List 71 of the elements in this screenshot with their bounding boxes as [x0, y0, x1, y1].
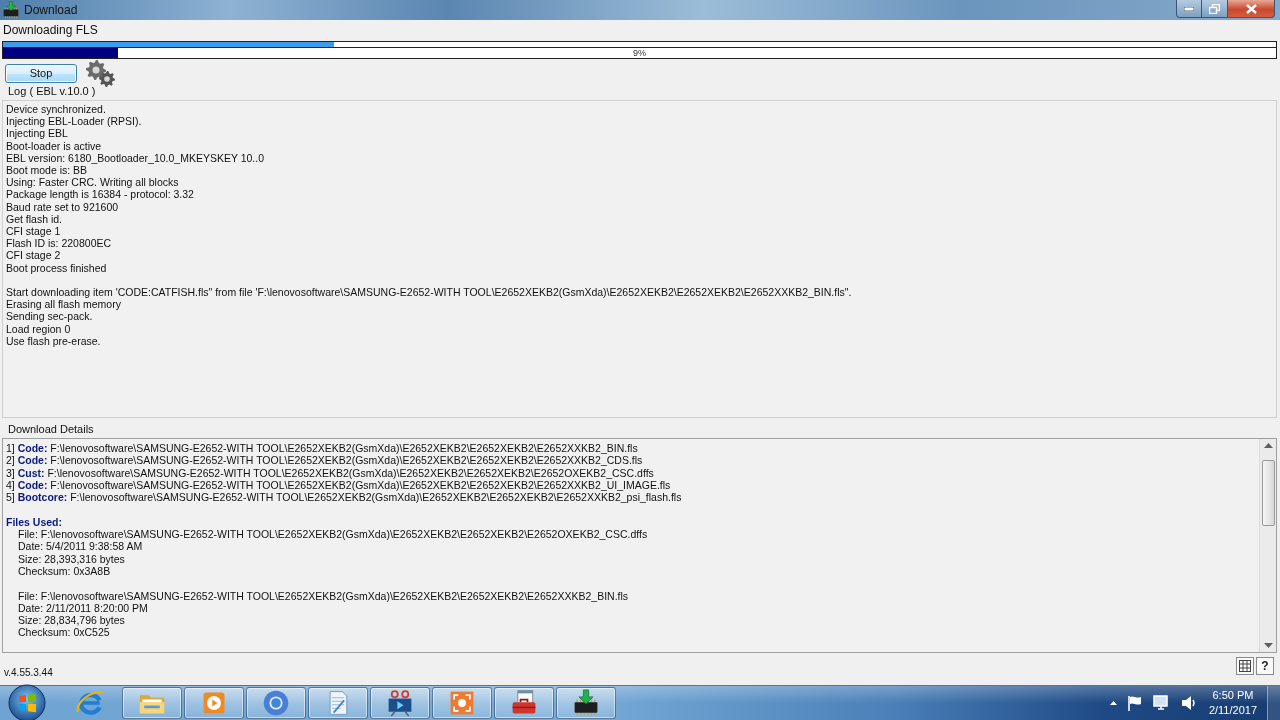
log-line: Flash ID is: 220800EC [6, 237, 112, 250]
file-info-line: Date: 5/4/2011 9:38:58 AM [18, 540, 143, 553]
show-desktop-button[interactable] [1267, 686, 1280, 720]
log-line: Load region 0 [6, 322, 71, 335]
scrollbar-thumb[interactable] [1261, 460, 1275, 526]
file-info-line: File: F:\lenovosoftware\SAMSUNG-E2652-WITH TOOL\E2652XEKB2(GsmXda)\E2652XEKB2\E2652XEKB2\E2652OXEKB2_CSC.dffs [18, 528, 648, 541]
download-chip-icon [572, 689, 600, 717]
taskbar-button[interactable] [556, 687, 616, 719]
record-icon [448, 689, 476, 717]
log-line: Use flash pre-erase. [6, 334, 101, 348]
globe-icon [76, 689, 104, 717]
log-title: Log ( EBL v.10.0 ) [8, 85, 96, 98]
close-icon [1245, 3, 1257, 14]
minimize-icon [1184, 6, 1194, 11]
grid-icon [1239, 660, 1251, 672]
speaker-icon[interactable] [1180, 695, 1197, 711]
file-info-line: Checksum: 0xC525 [18, 626, 110, 639]
log-line: Boot process finished [6, 261, 107, 274]
log-line: Baud rate set to 921600 [6, 200, 119, 213]
restore-icon [1209, 3, 1220, 14]
log-line: CFI stage 1 [6, 225, 61, 238]
log-line: Injecting EBL [6, 127, 68, 140]
stop-button[interactable]: Stop [5, 63, 77, 83]
restore-button[interactable] [1202, 0, 1228, 18]
version-text: v.4.55.3.44 [4, 667, 53, 679]
log-line: Boot mode is: BB [6, 164, 88, 177]
down-arrow-icon[interactable] [1263, 643, 1273, 648]
file-entry-line: 5] Bootcore: F:\lenovosoftware\SAMSUNG-E2652-WITH TOOL\E2652XEKB2(GsmXda)\E2652XEKB2\E2652XEKB2\E2652XXKB2_psi_flash.fls [6, 491, 682, 504]
log-line: Get flash id. [6, 212, 63, 226]
log-line: CFI stage 2 [6, 249, 61, 262]
vertical-scrollbar[interactable] [1259, 439, 1276, 652]
log-line: Erasing all flash memory [6, 298, 121, 311]
download-chip-icon [2, 1, 20, 19]
log-line: Injecting EBL-Loader (RPSI). [6, 115, 142, 128]
file-info-line: Size: 28,393,316 bytes [18, 552, 125, 565]
file-info-line: File: F:\lenovosoftware\SAMSUNG-E2652-WITH TOOL\E2652XEKB2(GsmXda)\E2652XEKB2\E2652XEKB2\E2652XXKB2_BIN.fls [18, 589, 629, 602]
gears-icon [85, 59, 115, 87]
operation-label: Downloading FLS [3, 23, 98, 38]
file-info-line: Checksum: 0x3A8B [18, 564, 111, 578]
log-line: Using: Faster CRC. Writing all blocks [6, 176, 179, 189]
progress-percent: 9% [633, 48, 646, 58]
file-entry-line: 2] Code: F:\lenovosoftware\SAMSUNG-E2652-WITH TOOL\E2652XEKB2(GsmXda)\E2652XEKB2\E2652XEKB2\E2652XXKB2_CDS.fls [6, 454, 643, 467]
help-button[interactable]: ? [1256, 657, 1274, 675]
file-info-line: Size: 28,834,796 bytes [18, 614, 125, 627]
taskbar-button[interactable] [370, 687, 430, 719]
close-button[interactable] [1228, 0, 1275, 18]
log-line: Package length is 16384 - protocol: 3.32 [6, 188, 194, 201]
details-title: Download Details [8, 422, 94, 436]
flag-icon[interactable] [1126, 695, 1143, 711]
up-arrow-icon[interactable] [1109, 701, 1117, 705]
log-line: Device synchronized. [6, 103, 106, 116]
file-info-line: Date: 2/11/2011 8:20:00 PM [18, 601, 148, 615]
log-line: Start downloading item 'CODE:CATFISH.fls" from file 'F:\lenovosoftware\SAMSUNG-E2652-WITH TOOL\E2652XEKB2(GsmXda)\E2652XEKB2\E2652XEKB2\E2652XXKB2_BIN.fls". [6, 286, 852, 299]
ring-icon [262, 689, 290, 717]
up-arrow-icon[interactable] [1263, 443, 1273, 448]
start-orb-icon [8, 684, 46, 720]
window-title: Download [24, 3, 79, 17]
file-entry-line: 1] Code: F:\lenovosoftware\SAMSUNG-E2652-WITH TOOL\E2652XEKB2(GsmXda)\E2652XEKB2\E2652XEKB2\E2652XXKB2_BIN.fls [6, 442, 638, 455]
file-entry-line: 3] Cust: F:\lenovosoftware\SAMSUNG-E2652-WITH TOOL\E2652XEKB2(GsmXda)\E2652XEKB2\E2652XEKB2\E2652OXEKB2_CSC.dffs [6, 466, 654, 479]
film-icon [386, 689, 414, 717]
file-entry-line: 4] Code: F:\lenovosoftware\SAMSUNG-E2652-WITH TOOL\E2652XEKB2(GsmXda)\E2652XEKB2\E2652XEKB2\E2652XXKB2_UI_IMAGE.fls [6, 478, 671, 492]
taskbar-button[interactable] [494, 687, 554, 719]
clock-button[interactable]: 6:50 PM 2/11/2017 [1206, 688, 1259, 718]
log-line: Sending sec-pack. [6, 310, 93, 323]
section-heading: Files Used: [6, 515, 63, 529]
log-line: Boot-loader is active [6, 139, 102, 152]
toolbox-icon [510, 689, 538, 717]
grid-button[interactable] [1236, 657, 1254, 675]
minimize-button[interactable] [1176, 0, 1202, 18]
network-icon[interactable] [1152, 695, 1171, 711]
log-line: EBL version: 6180_Bootloader_10.0_MKEYSKEY 10..0 [6, 151, 264, 164]
